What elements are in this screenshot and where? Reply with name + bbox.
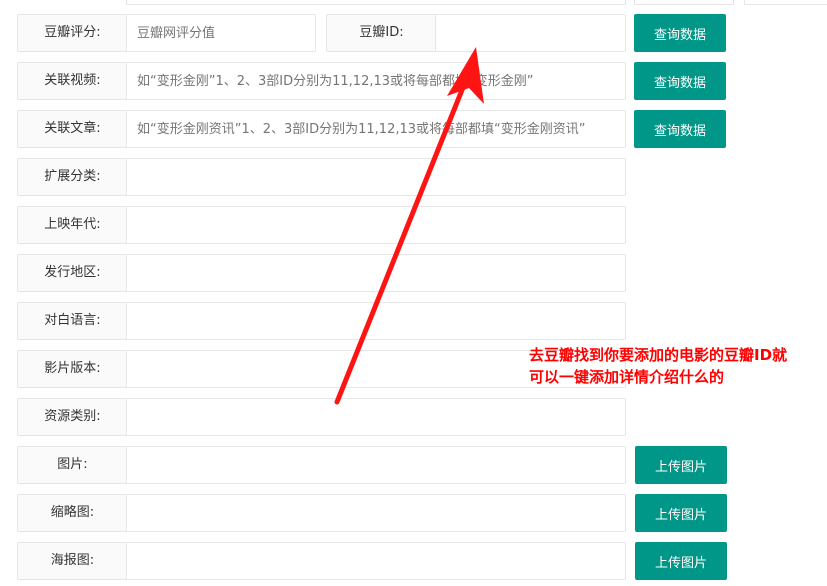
annotation-arrow-head <box>447 47 484 104</box>
annotation-line-2: 可以一键添加详情介绍什么的 <box>529 368 725 386</box>
annotation-arrow <box>334 47 484 405</box>
annotation-arrow-line <box>334 77 469 405</box>
annotation-line-1: 去豆瓣找到你要添加的电影的豆瓣ID就 <box>529 346 788 364</box>
annotation-text: 去豆瓣找到你要添加的电影的豆瓣ID就 可以一键添加详情介绍什么的 <box>529 344 787 388</box>
